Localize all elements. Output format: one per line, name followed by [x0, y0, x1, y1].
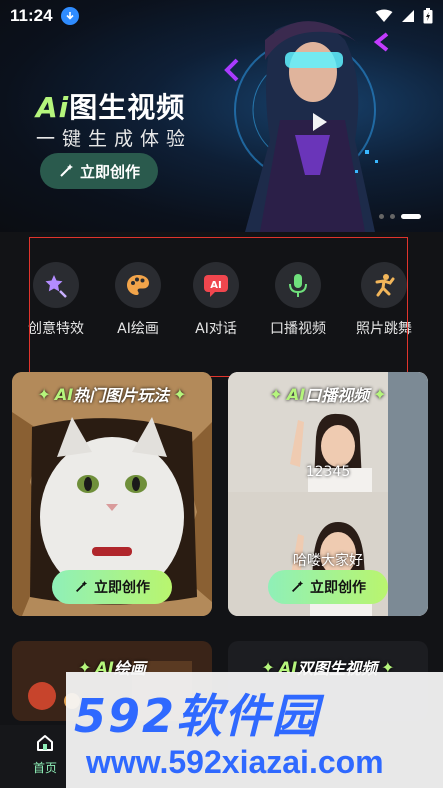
func-photo-dance[interactable]: 照片跳舞	[344, 262, 424, 338]
card-voice-video[interactable]: 12345 哈喽大家好 ✦ AI 口播视频 ✦ 立即创作	[228, 372, 428, 616]
hero-title-ai: Ai	[36, 91, 70, 124]
watermark-overlay: 592软件园 www.592xiazai.com	[66, 672, 443, 788]
function-shortcuts: 创意特效 AI绘画 AI AI对话 口播视频 照片跳舞	[0, 262, 443, 352]
status-time: 11:24	[10, 6, 53, 25]
carousel-dot	[390, 214, 395, 219]
card-title-text: 口播视频	[305, 386, 370, 405]
magic-wand-icon	[60, 164, 73, 177]
watermark-title: 592软件园	[74, 689, 321, 743]
status-bar: 11:24	[0, 0, 443, 32]
magic-wand-icon	[292, 580, 304, 592]
hero-banner[interactable]: Ai图生视频 一键生成体验 立即创作	[0, 0, 443, 232]
card-create-button[interactable]: 立即创作	[268, 570, 388, 604]
card-title-ai: AI	[286, 384, 306, 404]
sparkle-icon: ✦	[269, 384, 283, 404]
card-hot-image-play[interactable]: ✦ AI 热门图片玩法 ✦ 立即创作	[12, 372, 212, 616]
func-label: 口播视频	[270, 321, 326, 337]
battery-icon	[423, 8, 433, 24]
signal-icon	[402, 10, 414, 22]
hero-subtitle: 一键生成体验	[36, 128, 193, 150]
ai-chat-icon: AI	[193, 262, 239, 308]
subtitle-caption: 哈喽大家好	[293, 553, 363, 569]
home-icon	[37, 735, 53, 751]
watermark-url: www.592xiazai.com	[86, 744, 384, 780]
func-voice-video[interactable]: 口播视频	[258, 262, 338, 338]
func-label: 照片跳舞	[356, 321, 412, 337]
sparkle-icon: ✦	[373, 384, 387, 404]
hero-character-illustration	[224, 21, 389, 232]
subtitle-caption: 12345	[305, 464, 351, 480]
card-title-text: 热门图片玩法	[73, 386, 170, 405]
hero-create-button[interactable]: 立即创作	[40, 153, 158, 189]
palette-icon	[115, 262, 161, 308]
dance-icon	[361, 262, 407, 308]
func-ai-chat[interactable]: AI AI对话	[176, 262, 256, 338]
card-title-ai: AI	[54, 384, 74, 404]
carousel-dot-active	[401, 214, 421, 219]
sparkle-icon: ✦	[37, 384, 51, 404]
magic-star-icon	[33, 262, 79, 308]
nav-home[interactable]: 首页	[20, 733, 70, 776]
microphone-icon	[275, 262, 321, 308]
card-create-button-label: 立即创作	[310, 580, 366, 596]
func-creative-effects[interactable]: 创意特效	[16, 262, 96, 338]
hero-create-button-label: 立即创作	[79, 162, 140, 181]
func-label: AI绘画	[117, 321, 159, 337]
sparkle-icon: ✦	[173, 384, 187, 404]
wifi-icon	[375, 9, 393, 22]
card-create-button-label: 立即创作	[94, 580, 150, 596]
card-title: ✦ AI 热门图片玩法 ✦	[12, 372, 212, 416]
func-label: AI对话	[195, 321, 237, 337]
nav-home-label: 首页	[32, 761, 57, 775]
card-title: ✦ AI 口播视频 ✦	[228, 372, 428, 416]
download-icon	[60, 7, 79, 25]
svg-text:AI: AI	[210, 280, 221, 291]
card-create-button[interactable]: 立即创作	[52, 570, 172, 604]
func-ai-painting[interactable]: AI绘画	[98, 262, 178, 338]
func-label: 创意特效	[28, 321, 84, 337]
hero-title-text: 图生视频	[69, 91, 186, 124]
carousel-indicator	[379, 214, 421, 219]
hero-title: Ai图生视频	[36, 86, 185, 126]
magic-wand-icon	[76, 580, 88, 592]
carousel-dot	[379, 214, 384, 219]
